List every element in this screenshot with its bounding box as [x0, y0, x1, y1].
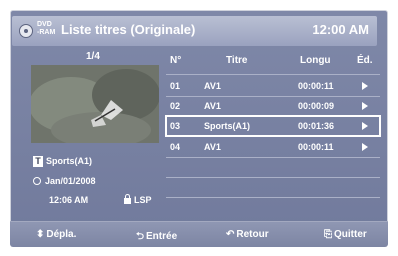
divider — [166, 74, 380, 75]
row-number: 04 — [170, 142, 181, 152]
record-mode-label: LSP — [134, 195, 152, 205]
exit-door-icon: ⎘ — [324, 229, 332, 240]
row-number: 03 — [170, 121, 181, 131]
quit-hint-label: Quitter — [334, 229, 367, 240]
table-row-selected[interactable]: 03 Sports(A1) 00:01:36 — [165, 115, 381, 137]
row-length: 00:00:11 — [298, 142, 334, 152]
record-mode: LSP — [124, 194, 152, 205]
column-header-edit: Éd. — [357, 55, 373, 66]
divider — [166, 177, 380, 178]
table-row[interactable]: 01 AV1 00:00:11 — [166, 76, 380, 96]
disc-icon — [19, 24, 33, 38]
disc-type-label: DVD -RAM — [37, 21, 56, 36]
clock-icon — [33, 177, 41, 185]
title-thumbnail — [31, 65, 159, 143]
row-number: 02 — [170, 101, 181, 111]
table-row[interactable]: 02 AV1 00:00:09 — [166, 96, 380, 116]
column-header-no: N° — [170, 55, 182, 66]
divider — [166, 197, 380, 198]
title-bar: DVD -RAM Liste titres (Originale) 12:00 … — [12, 16, 377, 46]
selected-title: T Sports(A1) — [33, 156, 92, 167]
back-hint-label: Retour — [236, 229, 269, 240]
enter-hint-label: Entrée — [146, 231, 178, 242]
row-title: AV1 — [204, 142, 221, 152]
selected-title-label: Sports(A1) — [46, 156, 93, 166]
row-length: 00:01:36 — [298, 121, 335, 131]
row-length: 00:00:09 — [298, 101, 335, 111]
thumbnail-image — [31, 65, 159, 143]
row-number: 01 — [170, 81, 181, 91]
enter-hint[interactable]: ⮌ Entrée — [136, 229, 177, 246]
recorded-date-label: Jan/01/2008 — [45, 176, 96, 186]
play-icon[interactable] — [362, 82, 368, 90]
recorded-time: 12:06 AM — [49, 195, 89, 205]
quit-hint[interactable]: ⎘ Quitter — [324, 229, 367, 240]
footer-bar: ⬍ Dépla. ⮌ Entrée ↶ Retour ⎘ Quitter — [10, 221, 388, 247]
play-icon[interactable] — [362, 143, 368, 151]
return-arrow-icon: ↶ — [226, 229, 235, 240]
row-title: AV1 — [204, 81, 221, 91]
enter-icon: ⮌ — [136, 231, 145, 242]
recorded-date: Jan/01/2008 — [33, 176, 96, 186]
row-title: Sports(A1) — [204, 121, 251, 131]
play-icon[interactable] — [362, 122, 368, 130]
column-header-title: Titre — [226, 55, 248, 66]
row-length: 00:00:11 — [298, 81, 334, 91]
clock-display: 12:00 AM — [312, 22, 369, 37]
unlock-icon — [124, 194, 131, 204]
play-icon[interactable] — [362, 102, 368, 110]
move-hint-label: Dépla. — [46, 229, 77, 240]
title-counter: 1/4 — [86, 51, 100, 62]
up-down-arrows-icon: ⬍ — [36, 229, 45, 240]
page-title: Liste titres (Originale) — [61, 22, 196, 37]
back-hint[interactable]: ↶ Retour — [226, 229, 269, 240]
move-hint[interactable]: ⬍ Dépla. — [36, 229, 76, 240]
row-title: AV1 — [204, 101, 221, 111]
table-row[interactable]: 04 AV1 00:00:11 — [166, 137, 380, 157]
divider — [166, 157, 380, 158]
t-box-icon: T — [33, 156, 43, 167]
column-header-length: Longu — [300, 55, 331, 66]
